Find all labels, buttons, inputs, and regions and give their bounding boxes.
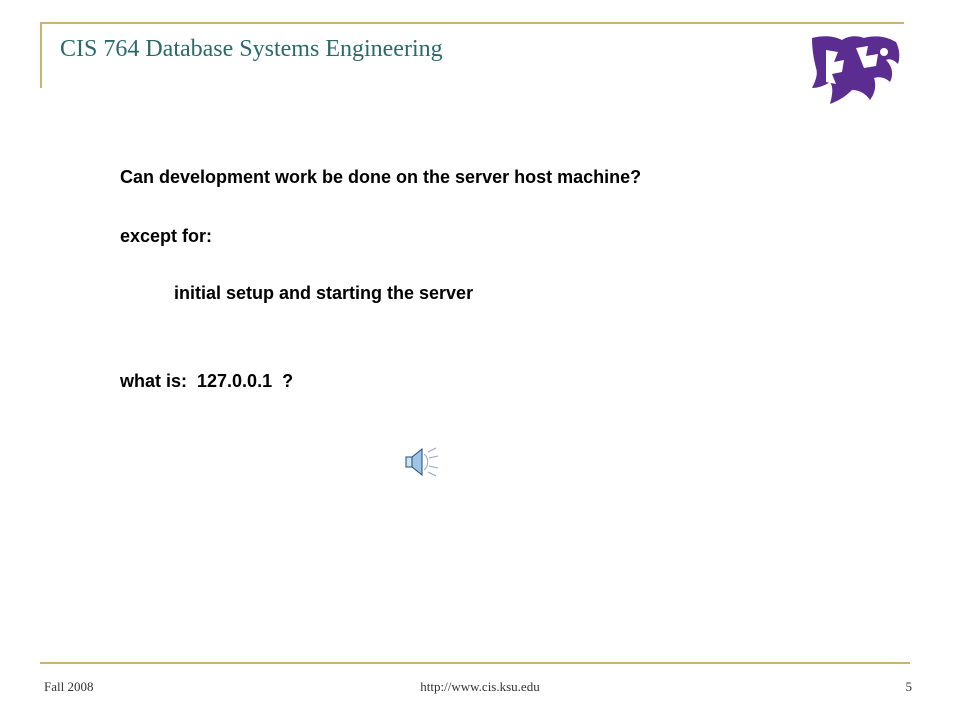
body-line-question: Can development work be done on the serv…: [120, 167, 642, 187]
slide: CIS 764 Database Systems Engineering Can…: [0, 0, 960, 720]
slide-body: Can development work be done on the serv…: [0, 0, 960, 720]
footer-date: Fall 2008: [44, 679, 94, 694]
speaker-icon[interactable]: [402, 446, 442, 478]
body-line-setup: initial setup and starting the server: [174, 283, 474, 303]
footer-divider: [40, 662, 910, 664]
body-line-localhost: what is: 127.0.0.1 ?: [120, 371, 294, 391]
slide-number: 5: [905, 679, 913, 694]
footer-url[interactable]: http://www.cis.ksu.edu: [400, 679, 560, 695]
body-line-except: except for:: [120, 226, 213, 246]
